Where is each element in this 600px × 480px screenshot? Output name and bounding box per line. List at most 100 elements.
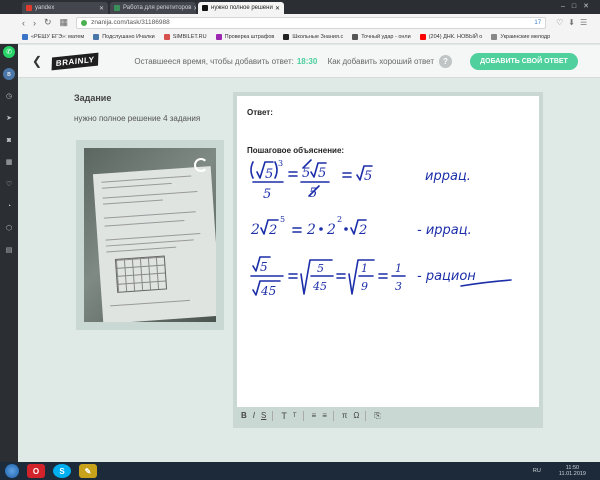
send-icon[interactable]: ➤ [3,112,15,124]
formula-button[interactable]: π [342,411,348,420]
solution-line-1: 5 3 5 5 5 5 5 иррац. [250,159,471,202]
answer-panel: Ответ: Пошаговое объяснение: 5 3 5 5 5 5 [233,92,543,428]
whatsapp-icon[interactable]: ✆ [3,46,15,58]
camera-icon[interactable]: ◙ [3,134,15,146]
brainly-favicon-icon [202,5,208,11]
forward-nav-icon[interactable]: › [33,18,36,28]
news-icon[interactable]: ▤ [3,244,15,256]
bookmark-label: (204) ДНК. НОВЫЙ о [428,34,483,40]
clock-icon[interactable]: ◔ [3,200,15,212]
bookmark-label: Подслушано Ичалки [102,34,155,40]
bookmark-icon [491,34,498,40]
bookmark-item[interactable]: Украинские мелодр [491,34,550,40]
italic-button[interactable]: I [253,411,255,420]
answer-editor[interactable]: Ответ: Пошаговое объяснение: 5 3 5 5 5 5 [237,96,539,407]
task-title: Задание [74,93,112,103]
svg-text:5: 5 [260,260,268,274]
svg-text:2: 2 [326,222,336,238]
bold-button[interactable]: B [241,411,247,420]
heading-small-button[interactable]: T [293,413,297,419]
task-photo[interactable] [76,140,224,330]
bullet-list-icon[interactable]: ≡ [312,411,317,420]
speed-dial-grid-icon[interactable]: ▦ [60,17,69,28]
tab-bar: yandex ✕ Работа для репетиторов ✕ нужно … [0,0,600,14]
speed-dial-icon[interactable]: ▦ [3,156,15,168]
clock-date: 11.01.2019 [558,471,586,477]
svg-text:5: 5 [318,166,326,181]
add-answer-button[interactable]: ДОБАВИТЬ СВОЙ ОТВЕТ [470,52,578,70]
timer-label: Оставшееся время, чтобы добавить ответ: 1… [134,57,317,66]
clock[interactable]: 11:50 11.01.2019 [559,465,586,477]
extensions-icon[interactable]: ⬡ [3,222,15,234]
tab-label: Работа для репетиторов [123,5,192,11]
attach-icon[interactable]: ⎘ [374,411,380,421]
solution-line-3: 5 45 5 45 1 9 1 3 - рацион [250,256,512,298]
bookmark-icon [352,34,359,40]
bookmark-item[interactable]: Школьные Знания.c [283,34,343,40]
svg-text:5: 5 [364,169,372,184]
bookmark-item[interactable]: «РЕШУ ЕГЭ»: матем [22,34,84,40]
svg-text:3: 3 [395,280,402,293]
opera-sidebar: O ✉ ✆ в ◷ ➤ ◙ ▦ ♡ ◔ ⬡ ▤ [0,0,18,462]
skype-taskbar-icon[interactable]: S [53,464,71,478]
underline-button[interactable]: S [261,411,266,420]
bookmark-icon [215,34,222,40]
history-icon[interactable]: ◷ [3,90,15,102]
vk-icon[interactable]: в [3,68,15,80]
youtube-icon [419,34,426,40]
svg-text:45: 45 [312,280,327,293]
symbol-button[interactable]: Ω [353,411,359,420]
bookmarks-bar: «РЕШУ ЕГЭ»: матем Подслушано Ичалки SIMB… [0,31,600,44]
svg-text:3: 3 [278,159,283,168]
start-button[interactable] [5,464,19,478]
svg-text:5: 5 [317,262,324,275]
heading-large-button[interactable]: T [281,411,287,421]
bookmark-label: Проверка штрафов [224,34,275,40]
numbered-list-icon[interactable]: ≡ [322,411,327,420]
bookmark-item[interactable]: Проверка штрафов [215,34,275,40]
language-indicator[interactable]: RU [533,468,541,474]
svg-text:2: 2 [268,223,277,238]
bookmark-label: Школьные Знания.c [292,34,344,40]
bookmark-item[interactable]: (204) ДНК. НОВЫЙ о [419,34,483,40]
toolbar-divider [302,410,304,421]
svg-text:иррац.: иррац. [425,169,471,184]
bookmark-item[interactable]: Точный удар - онли [352,34,411,40]
tab-yandex[interactable]: yandex ✕ [22,2,108,14]
toolbar-divider [272,410,274,421]
close-tab-icon[interactable]: ✕ [97,5,104,12]
heart-icon[interactable]: ♡ [3,178,15,190]
toolbar-divider [365,410,367,421]
back-nav-icon[interactable]: ‹ [22,18,25,28]
back-arrow-icon[interactable]: ❮ [32,54,42,68]
bookmark-item[interactable]: Подслушано Ичалки [93,34,155,40]
svg-text:1: 1 [395,262,402,275]
url-field[interactable]: znanija.com/task/31186988 17 [76,16,547,29]
opera-taskbar-icon[interactable]: O [27,464,45,478]
close-tab-icon[interactable]: ✕ [191,5,196,12]
close-tab-icon[interactable]: ✕ [273,5,280,12]
tab-tutors[interactable]: Работа для репетиторов ✕ [110,2,196,14]
address-bar-actions[interactable]: ♡⬇☰ [556,18,592,27]
handwritten-solution: 5 3 5 5 5 5 5 иррац. 2 2 5 2 2 2 2 - ирр… [250,159,512,298]
rotate-icon[interactable] [194,158,208,172]
tab-label: нужно полное решени [211,5,273,11]
bookmark-icon [22,34,28,40]
svg-text:- иррац.: - иррац. [417,223,472,238]
bookmark-item[interactable]: SIMBILET.RU [163,34,207,40]
explanation-label: Пошаговое объяснение: [247,146,345,155]
window-controls[interactable]: –□✕ [561,2,596,10]
howto-link[interactable]: Как добавить хороший ответ [328,57,434,66]
app-taskbar-icon[interactable]: ✎ [79,464,97,478]
help-icon[interactable]: ? [439,54,452,68]
taskbar: O S ✎ RU 11:50 11.01.2019 [0,462,600,480]
tab-znanija[interactable]: нужно полное решени ✕ [198,2,284,14]
brainly-bookmark-icon [283,34,290,40]
worksheet-paper [92,166,216,322]
brainly-logo[interactable]: BRAINLY [51,52,99,70]
extension-badge[interactable]: 17 [534,20,541,26]
answer-label: Ответ: [247,108,273,117]
task-text: нужно полное решение 4 задания [74,114,201,123]
secure-lock-icon [81,19,88,26]
reload-icon[interactable]: ↻ [44,17,52,28]
